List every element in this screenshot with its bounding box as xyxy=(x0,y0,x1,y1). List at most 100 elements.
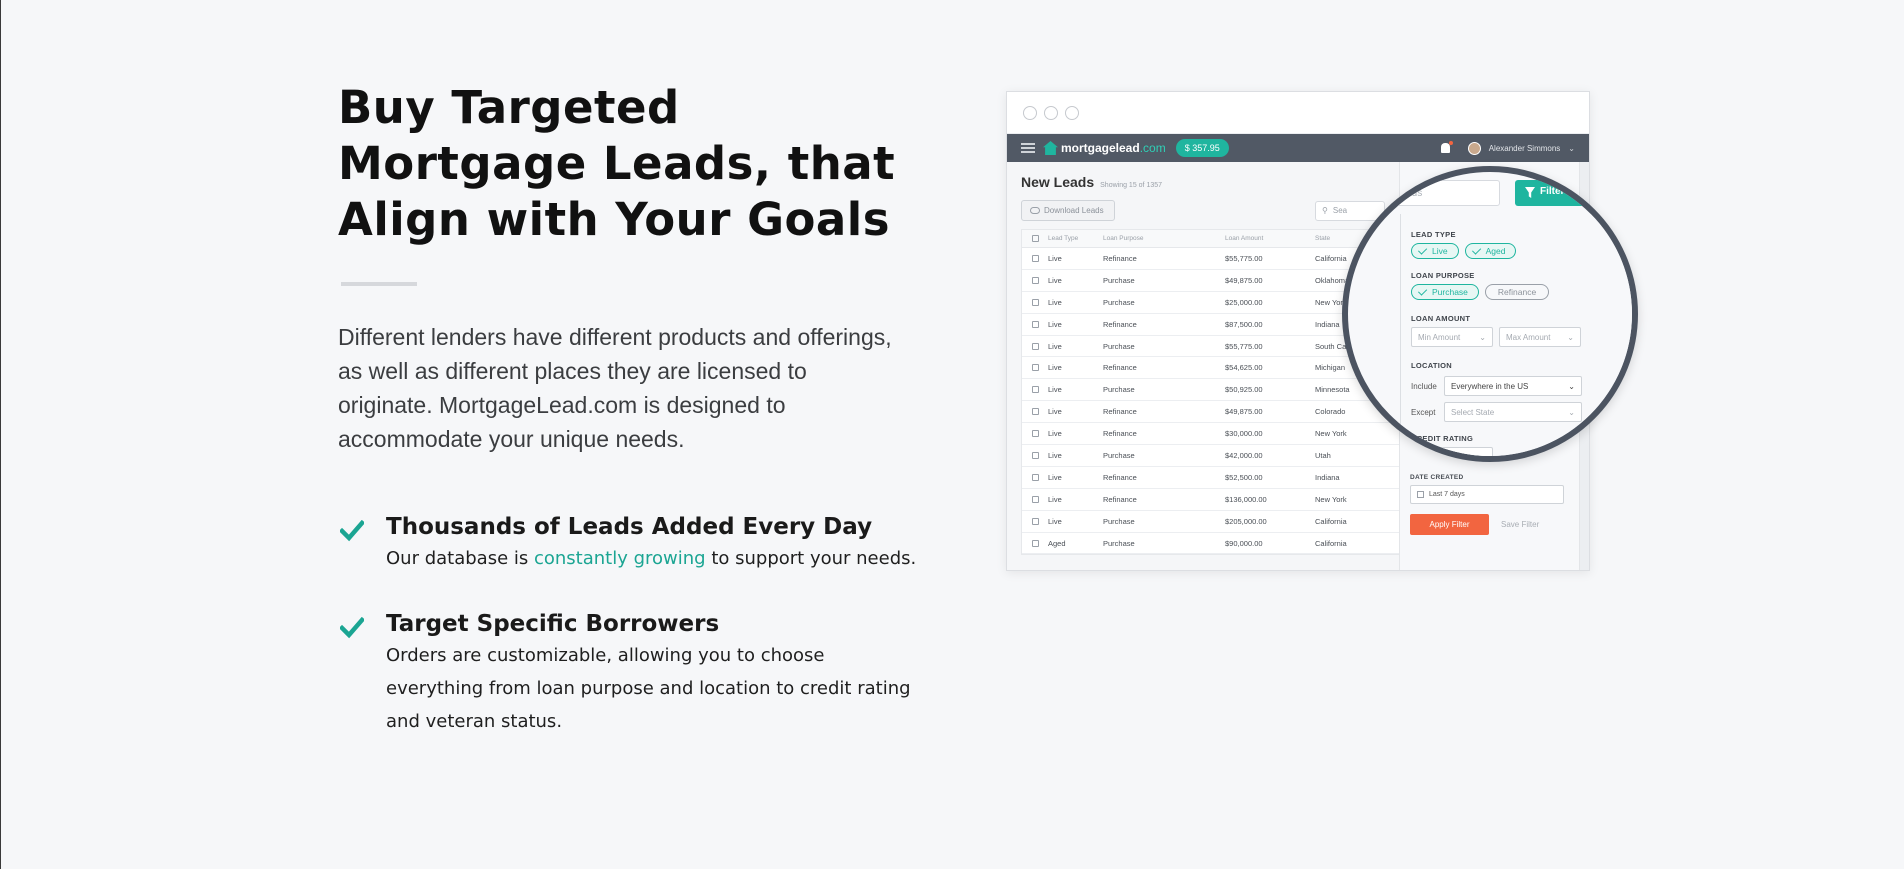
table-row[interactable]: Live Purchase $42,000.00 Utah xyxy=(1022,445,1400,467)
pill-label: Live xyxy=(1432,246,1448,256)
table-row[interactable]: Live Purchase $205,000.00 California xyxy=(1022,511,1400,533)
house-logo-icon xyxy=(1043,141,1058,155)
cell: Refinance xyxy=(1103,472,1137,482)
table-row[interactable]: Live Refinance $30,000.00 New York xyxy=(1022,423,1400,446)
logo-suffix: .com xyxy=(1139,141,1166,155)
row-checkbox[interactable] xyxy=(1032,473,1039,481)
cell: Live xyxy=(1048,472,1062,482)
row-checkbox[interactable] xyxy=(1032,364,1039,372)
bell-icon[interactable] xyxy=(1440,141,1453,153)
date-created-select[interactable]: Last 7 days xyxy=(1410,485,1564,504)
select-value: Select State xyxy=(1451,407,1495,417)
date-created-label: DATE CREATED xyxy=(1410,474,1464,481)
search-placeholder: Sea xyxy=(1332,206,1348,215)
select-value: Everywhere in the US xyxy=(1451,381,1529,391)
window-dot-icon xyxy=(1044,105,1058,120)
column-header[interactable]: Loan Amount xyxy=(1225,235,1315,242)
cell: $54,625.00 xyxy=(1225,363,1263,373)
pill-label: Refinance xyxy=(1497,287,1537,297)
cell: Refinance xyxy=(1103,407,1137,417)
table-row[interactable]: Aged Purchase $90,000.00 California xyxy=(1022,533,1400,555)
constantly-growing-link[interactable]: constantly growing xyxy=(534,548,706,569)
cell: Live xyxy=(1048,341,1062,351)
cell: $50,925.00 xyxy=(1225,385,1263,395)
feature-desc-text: to support your needs. xyxy=(705,548,917,569)
pill-label: Purchase xyxy=(1432,287,1468,297)
filter-button-label: Filter xyxy=(1540,186,1565,197)
cell: Purchase xyxy=(1103,275,1135,285)
lens-search-input[interactable]: Leads xyxy=(1388,180,1500,206)
row-checkbox[interactable] xyxy=(1032,342,1039,350)
lead-type-aged-pill[interactable]: Aged xyxy=(1464,243,1517,259)
check-icon xyxy=(1417,244,1428,255)
page-title: New Leads xyxy=(1021,174,1095,190)
app-logo[interactable]: mortgagelead.com xyxy=(1061,141,1166,155)
chevron-down-icon[interactable]: ⌄ xyxy=(1568,144,1575,153)
table-row[interactable]: Live Refinance $55,775.00 California xyxy=(1022,248,1400,270)
cell: $205,000.00 xyxy=(1225,516,1267,526)
cloud-download-icon xyxy=(1030,207,1040,214)
save-filter-button[interactable]: Save Filter xyxy=(1501,520,1539,529)
user-name[interactable]: Alexander Simmons xyxy=(1489,144,1561,153)
select-value: Max Amount xyxy=(1506,332,1551,342)
lead-type-live-pill[interactable]: Live xyxy=(1411,243,1459,259)
table-row[interactable]: Live Refinance $136,000.00 New York xyxy=(1022,489,1400,511)
lead-type-label: LEAD TYPE xyxy=(1411,230,1456,239)
hero-section: Buy Targeted Mortgage Leads, that Align … xyxy=(338,80,928,738)
window-dot-icon xyxy=(1065,105,1079,120)
table-row[interactable]: Live Purchase $50,925.00 Minnesota xyxy=(1022,379,1400,402)
feature-title: Target Specific Borrowers xyxy=(386,611,720,637)
filter-button[interactable]: Filter xyxy=(1515,180,1632,206)
cell: $55,775.00 xyxy=(1225,341,1263,351)
app-header: mortgagelead.com $ 357.95 Alexander Simm… xyxy=(1007,134,1589,162)
cell: Purchase xyxy=(1103,516,1135,526)
menu-icon[interactable] xyxy=(1021,143,1035,153)
loan-purpose-purchase-pill[interactable]: Purchase xyxy=(1411,284,1479,300)
chevron-down-icon: ⌄ xyxy=(1567,332,1574,342)
row-checkbox[interactable] xyxy=(1032,539,1039,547)
row-checkbox[interactable] xyxy=(1032,495,1039,503)
column-header[interactable]: Loan Purpose xyxy=(1103,235,1225,242)
row-checkbox[interactable] xyxy=(1032,254,1039,262)
select-all-checkbox[interactable] xyxy=(1032,235,1039,242)
include-location-select[interactable]: Everywhere in the US ⌄ xyxy=(1444,376,1582,396)
cell: $52,500.00 xyxy=(1225,472,1263,482)
row-checkbox[interactable] xyxy=(1032,320,1039,328)
lens-filter-panel: LEAD TYPE Live Aged LOAN PURPOSE Purchas… xyxy=(1400,214,1632,456)
cell: $55,775.00 xyxy=(1225,253,1263,263)
balance-badge[interactable]: $ 357.95 xyxy=(1175,139,1229,157)
showing-count: Showing 15 of 1357 xyxy=(1100,182,1163,189)
row-checkbox[interactable] xyxy=(1032,451,1039,459)
row-checkbox[interactable] xyxy=(1032,408,1039,416)
cell: $49,875.00 xyxy=(1225,407,1263,417)
cell: Live xyxy=(1048,407,1062,417)
loan-purpose-refinance-pill[interactable]: Refinance xyxy=(1484,284,1550,300)
column-header[interactable]: Lead Type xyxy=(1048,235,1103,242)
chevron-down-icon: ⌄ xyxy=(1568,381,1575,391)
table-row[interactable]: Live Refinance $49,875.00 Colorado xyxy=(1022,401,1400,424)
avatar[interactable] xyxy=(1467,141,1481,155)
table-row[interactable]: Live Refinance $54,625.00 Michigan xyxy=(1022,357,1400,380)
apply-filter-button[interactable]: Apply Filter xyxy=(1410,514,1489,535)
search-icon: ⚲ xyxy=(1322,206,1328,215)
funnel-icon xyxy=(1525,187,1535,198)
cell: Purchase xyxy=(1103,450,1135,460)
download-label: Download Leads xyxy=(1044,206,1104,215)
except-state-select[interactable]: Select State ⌄ xyxy=(1444,402,1582,422)
table-row[interactable]: Live Refinance $52,500.00 Indiana xyxy=(1022,467,1400,489)
cell: Purchase xyxy=(1103,385,1135,395)
row-checkbox[interactable] xyxy=(1032,517,1039,525)
row-checkbox[interactable] xyxy=(1032,430,1039,438)
row-checkbox[interactable] xyxy=(1032,298,1039,306)
min-amount-select[interactable]: Min Amount ⌄ xyxy=(1411,327,1493,347)
row-checkbox[interactable] xyxy=(1032,276,1039,284)
checkmark-icon xyxy=(338,609,386,738)
cell: $30,000.00 xyxy=(1225,429,1263,439)
cell: Live xyxy=(1048,253,1062,263)
row-checkbox[interactable] xyxy=(1032,386,1039,394)
cell: Live xyxy=(1048,450,1062,460)
feature-item: Thousands of Leads Added Every Day Our d… xyxy=(338,512,928,575)
cell: California xyxy=(1315,516,1347,526)
download-leads-button[interactable]: Download Leads xyxy=(1021,200,1115,221)
max-amount-select[interactable]: Max Amount ⌄ xyxy=(1499,327,1581,347)
